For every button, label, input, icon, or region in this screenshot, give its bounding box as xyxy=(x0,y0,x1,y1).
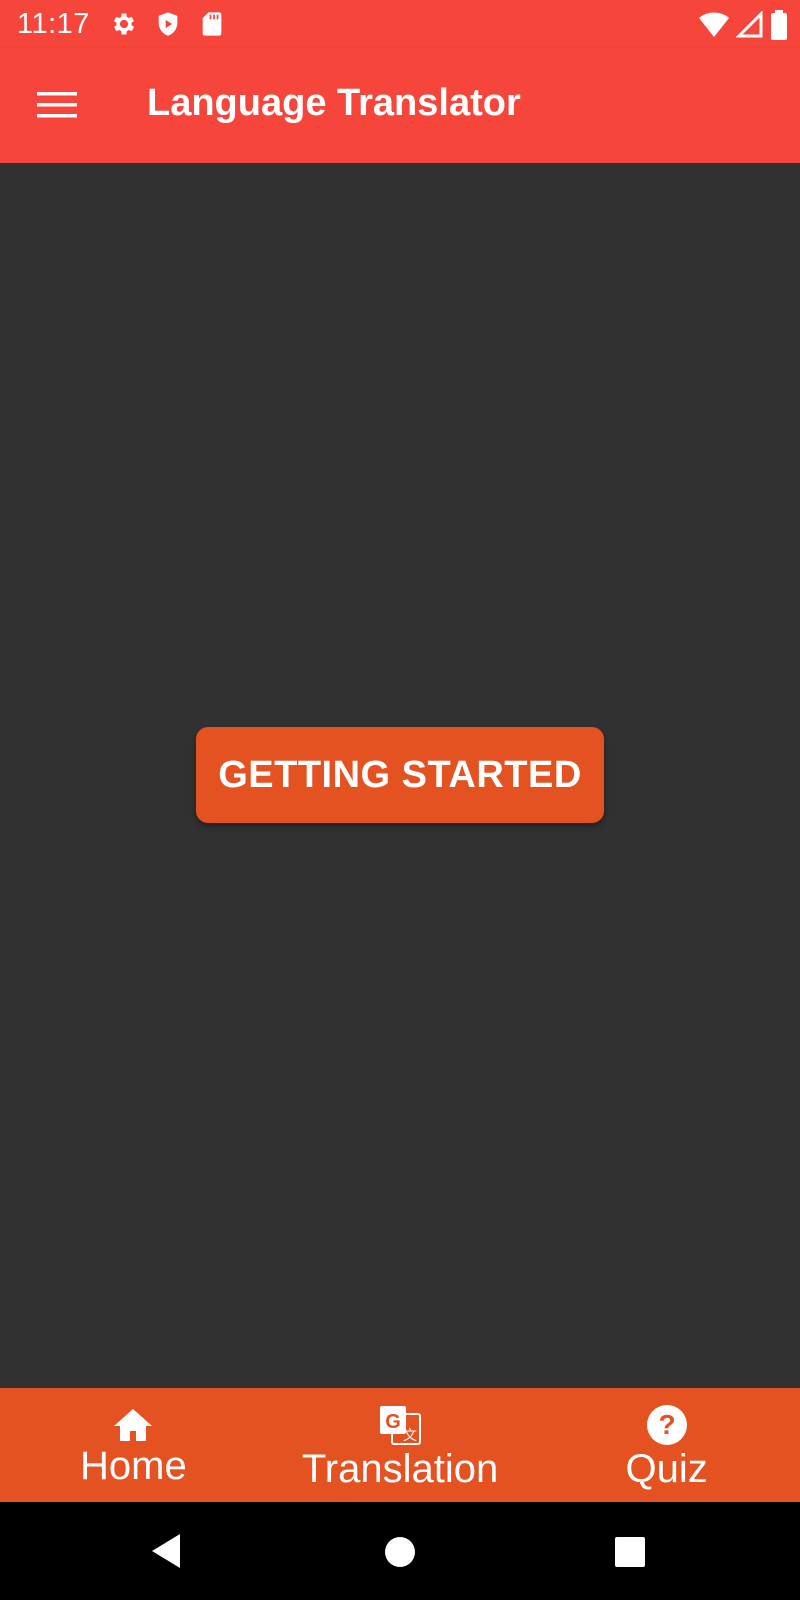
back-icon xyxy=(152,1534,180,1568)
shield-play-icon xyxy=(154,10,182,38)
hamburger-menu-button[interactable] xyxy=(30,78,84,132)
page-title: Language Translator xyxy=(147,82,521,124)
svg-text:G: G xyxy=(385,1411,401,1433)
system-navigation-bar xyxy=(0,1502,800,1600)
battery-icon xyxy=(770,10,788,40)
svg-text:?: ? xyxy=(658,1409,675,1440)
cell-signal-icon xyxy=(736,11,764,39)
help-circle-icon: ? xyxy=(646,1405,687,1445)
getting-started-button[interactable]: GETTING STARTED xyxy=(196,727,604,823)
wifi-icon xyxy=(698,11,730,39)
back-button[interactable] xyxy=(150,1533,182,1574)
sd-card-icon xyxy=(198,10,226,38)
status-bar: 11:17 xyxy=(0,0,800,48)
status-time: 11:17 xyxy=(17,8,90,40)
translate-icon: G 文 xyxy=(380,1406,421,1445)
nav-label-translation: Translation xyxy=(301,1447,499,1491)
nav-label-quiz: Quiz xyxy=(625,1447,708,1491)
home-system-button[interactable] xyxy=(384,1536,416,1573)
nav-item-home[interactable]: Home xyxy=(0,1388,267,1502)
nav-label-home: Home xyxy=(79,1444,187,1488)
hamburger-menu-icon xyxy=(37,92,77,118)
nav-item-translation[interactable]: G 文 Translation xyxy=(267,1388,534,1502)
main-content: GETTING STARTED xyxy=(0,163,800,1388)
recents-button[interactable] xyxy=(614,1537,646,1572)
svg-text:文: 文 xyxy=(403,1428,417,1444)
status-notification-icons xyxy=(110,10,226,38)
status-system-icons xyxy=(698,10,788,40)
app-bar: Language Translator xyxy=(0,48,800,163)
home-icon xyxy=(114,1409,153,1441)
recents-icon xyxy=(615,1537,645,1567)
gear-icon xyxy=(110,10,138,38)
nav-item-quiz[interactable]: ? Quiz xyxy=(533,1388,800,1502)
home-circle-icon xyxy=(385,1537,415,1567)
bottom-navigation: Home G 文 Translation ? Quiz xyxy=(0,1388,800,1502)
